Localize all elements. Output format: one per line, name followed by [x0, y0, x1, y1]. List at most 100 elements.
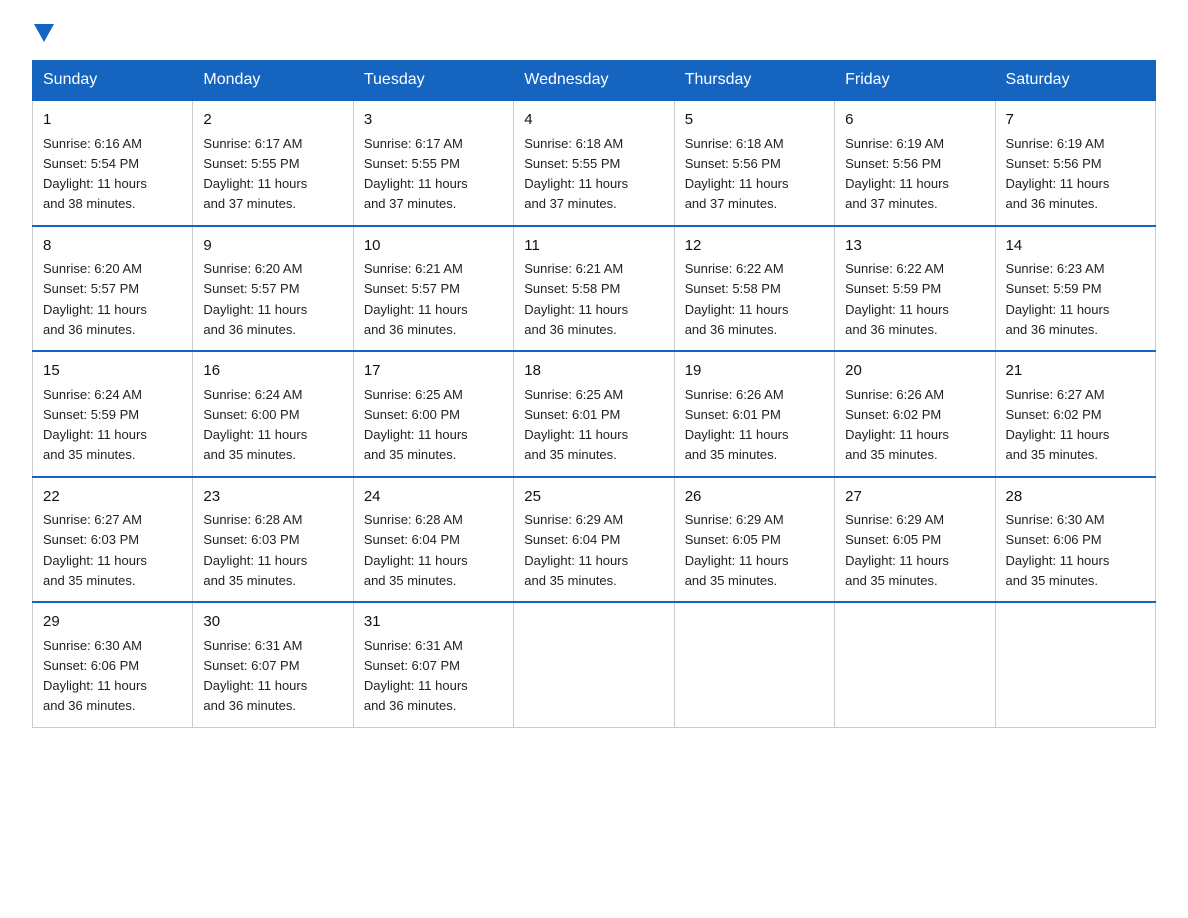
weekday-header-sunday: Sunday	[33, 61, 193, 101]
day-number: 8	[43, 235, 182, 258]
day-number: 28	[1006, 486, 1145, 509]
day-info: Sunrise: 6:25 AMSunset: 6:00 PMDaylight:…	[364, 387, 468, 463]
calendar-cell: 20 Sunrise: 6:26 AMSunset: 6:02 PMDaylig…	[835, 351, 995, 477]
calendar-cell: 7 Sunrise: 6:19 AMSunset: 5:56 PMDayligh…	[995, 100, 1155, 226]
calendar-cell: 30 Sunrise: 6:31 AMSunset: 6:07 PMDaylig…	[193, 602, 353, 727]
day-info: Sunrise: 6:18 AMSunset: 5:55 PMDaylight:…	[524, 136, 628, 212]
day-info: Sunrise: 6:23 AMSunset: 5:59 PMDaylight:…	[1006, 261, 1110, 337]
day-number: 21	[1006, 360, 1145, 383]
day-info: Sunrise: 6:28 AMSunset: 6:04 PMDaylight:…	[364, 512, 468, 588]
day-number: 2	[203, 109, 342, 132]
day-info: Sunrise: 6:26 AMSunset: 6:01 PMDaylight:…	[685, 387, 789, 463]
day-number: 31	[364, 611, 503, 634]
day-info: Sunrise: 6:19 AMSunset: 5:56 PMDaylight:…	[845, 136, 949, 212]
day-info: Sunrise: 6:31 AMSunset: 6:07 PMDaylight:…	[364, 638, 468, 714]
day-number: 10	[364, 235, 503, 258]
day-info: Sunrise: 6:21 AMSunset: 5:58 PMDaylight:…	[524, 261, 628, 337]
day-info: Sunrise: 6:17 AMSunset: 5:55 PMDaylight:…	[203, 136, 307, 212]
day-number: 22	[43, 486, 182, 509]
day-info: Sunrise: 6:21 AMSunset: 5:57 PMDaylight:…	[364, 261, 468, 337]
calendar-cell: 14 Sunrise: 6:23 AMSunset: 5:59 PMDaylig…	[995, 226, 1155, 352]
day-number: 9	[203, 235, 342, 258]
calendar-cell: 19 Sunrise: 6:26 AMSunset: 6:01 PMDaylig…	[674, 351, 834, 477]
weekday-header-tuesday: Tuesday	[353, 61, 513, 101]
calendar-cell: 9 Sunrise: 6:20 AMSunset: 5:57 PMDayligh…	[193, 226, 353, 352]
calendar-cell: 1 Sunrise: 6:16 AMSunset: 5:54 PMDayligh…	[33, 100, 193, 226]
page-header	[32, 24, 1156, 42]
logo	[32, 24, 56, 42]
calendar-cell: 21 Sunrise: 6:27 AMSunset: 6:02 PMDaylig…	[995, 351, 1155, 477]
calendar-cell: 23 Sunrise: 6:28 AMSunset: 6:03 PMDaylig…	[193, 477, 353, 603]
weekday-header-thursday: Thursday	[674, 61, 834, 101]
calendar-cell: 22 Sunrise: 6:27 AMSunset: 6:03 PMDaylig…	[33, 477, 193, 603]
day-info: Sunrise: 6:20 AMSunset: 5:57 PMDaylight:…	[203, 261, 307, 337]
day-number: 25	[524, 486, 663, 509]
day-number: 23	[203, 486, 342, 509]
day-info: Sunrise: 6:16 AMSunset: 5:54 PMDaylight:…	[43, 136, 147, 212]
calendar-cell	[514, 602, 674, 727]
calendar-cell: 13 Sunrise: 6:22 AMSunset: 5:59 PMDaylig…	[835, 226, 995, 352]
day-number: 11	[524, 235, 663, 258]
weekday-header-wednesday: Wednesday	[514, 61, 674, 101]
calendar-cell: 28 Sunrise: 6:30 AMSunset: 6:06 PMDaylig…	[995, 477, 1155, 603]
calendar-cell: 4 Sunrise: 6:18 AMSunset: 5:55 PMDayligh…	[514, 100, 674, 226]
day-info: Sunrise: 6:22 AMSunset: 5:58 PMDaylight:…	[685, 261, 789, 337]
day-number: 7	[1006, 109, 1145, 132]
day-info: Sunrise: 6:22 AMSunset: 5:59 PMDaylight:…	[845, 261, 949, 337]
day-number: 26	[685, 486, 824, 509]
calendar-cell: 16 Sunrise: 6:24 AMSunset: 6:00 PMDaylig…	[193, 351, 353, 477]
weekday-header-friday: Friday	[835, 61, 995, 101]
weekday-header-monday: Monday	[193, 61, 353, 101]
logo-arrow-icon	[34, 24, 54, 42]
calendar-cell: 31 Sunrise: 6:31 AMSunset: 6:07 PMDaylig…	[353, 602, 513, 727]
day-info: Sunrise: 6:30 AMSunset: 6:06 PMDaylight:…	[43, 638, 147, 714]
calendar-cell: 3 Sunrise: 6:17 AMSunset: 5:55 PMDayligh…	[353, 100, 513, 226]
day-info: Sunrise: 6:25 AMSunset: 6:01 PMDaylight:…	[524, 387, 628, 463]
day-number: 13	[845, 235, 984, 258]
day-info: Sunrise: 6:29 AMSunset: 6:05 PMDaylight:…	[845, 512, 949, 588]
calendar-cell: 29 Sunrise: 6:30 AMSunset: 6:06 PMDaylig…	[33, 602, 193, 727]
calendar-cell: 27 Sunrise: 6:29 AMSunset: 6:05 PMDaylig…	[835, 477, 995, 603]
day-number: 4	[524, 109, 663, 132]
calendar-cell: 24 Sunrise: 6:28 AMSunset: 6:04 PMDaylig…	[353, 477, 513, 603]
day-number: 3	[364, 109, 503, 132]
day-number: 5	[685, 109, 824, 132]
calendar-cell: 8 Sunrise: 6:20 AMSunset: 5:57 PMDayligh…	[33, 226, 193, 352]
day-info: Sunrise: 6:28 AMSunset: 6:03 PMDaylight:…	[203, 512, 307, 588]
day-info: Sunrise: 6:20 AMSunset: 5:57 PMDaylight:…	[43, 261, 147, 337]
calendar-cell: 25 Sunrise: 6:29 AMSunset: 6:04 PMDaylig…	[514, 477, 674, 603]
day-number: 24	[364, 486, 503, 509]
day-number: 30	[203, 611, 342, 634]
day-info: Sunrise: 6:18 AMSunset: 5:56 PMDaylight:…	[685, 136, 789, 212]
day-number: 15	[43, 360, 182, 383]
day-info: Sunrise: 6:31 AMSunset: 6:07 PMDaylight:…	[203, 638, 307, 714]
calendar-table: SundayMondayTuesdayWednesdayThursdayFrid…	[32, 60, 1156, 728]
calendar-cell: 11 Sunrise: 6:21 AMSunset: 5:58 PMDaylig…	[514, 226, 674, 352]
day-number: 27	[845, 486, 984, 509]
day-number: 14	[1006, 235, 1145, 258]
day-number: 6	[845, 109, 984, 132]
day-number: 19	[685, 360, 824, 383]
day-info: Sunrise: 6:26 AMSunset: 6:02 PMDaylight:…	[845, 387, 949, 463]
day-info: Sunrise: 6:29 AMSunset: 6:05 PMDaylight:…	[685, 512, 789, 588]
calendar-cell: 17 Sunrise: 6:25 AMSunset: 6:00 PMDaylig…	[353, 351, 513, 477]
day-info: Sunrise: 6:24 AMSunset: 6:00 PMDaylight:…	[203, 387, 307, 463]
day-number: 18	[524, 360, 663, 383]
calendar-cell: 18 Sunrise: 6:25 AMSunset: 6:01 PMDaylig…	[514, 351, 674, 477]
day-info: Sunrise: 6:19 AMSunset: 5:56 PMDaylight:…	[1006, 136, 1110, 212]
calendar-cell: 12 Sunrise: 6:22 AMSunset: 5:58 PMDaylig…	[674, 226, 834, 352]
calendar-cell: 5 Sunrise: 6:18 AMSunset: 5:56 PMDayligh…	[674, 100, 834, 226]
calendar-cell	[835, 602, 995, 727]
day-number: 1	[43, 109, 182, 132]
day-info: Sunrise: 6:24 AMSunset: 5:59 PMDaylight:…	[43, 387, 147, 463]
day-info: Sunrise: 6:27 AMSunset: 6:02 PMDaylight:…	[1006, 387, 1110, 463]
weekday-header-saturday: Saturday	[995, 61, 1155, 101]
day-number: 16	[203, 360, 342, 383]
day-number: 20	[845, 360, 984, 383]
day-info: Sunrise: 6:30 AMSunset: 6:06 PMDaylight:…	[1006, 512, 1110, 588]
day-number: 12	[685, 235, 824, 258]
day-info: Sunrise: 6:17 AMSunset: 5:55 PMDaylight:…	[364, 136, 468, 212]
calendar-cell: 6 Sunrise: 6:19 AMSunset: 5:56 PMDayligh…	[835, 100, 995, 226]
calendar-cell: 15 Sunrise: 6:24 AMSunset: 5:59 PMDaylig…	[33, 351, 193, 477]
day-info: Sunrise: 6:29 AMSunset: 6:04 PMDaylight:…	[524, 512, 628, 588]
